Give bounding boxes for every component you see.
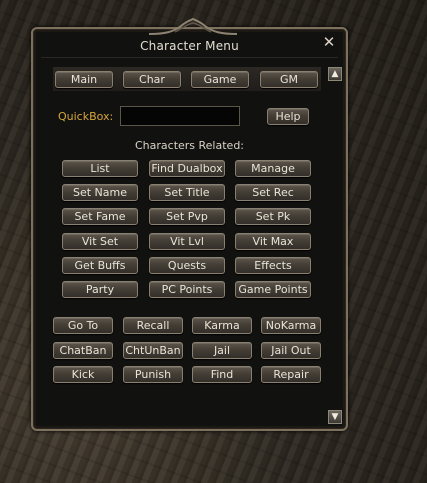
tab-gm[interactable]: GM: [260, 71, 318, 88]
tab-game[interactable]: Game: [191, 71, 249, 88]
scroll-up-arrow-icon[interactable]: ▲: [328, 67, 342, 81]
game-points-button[interactable]: Game Points: [235, 281, 311, 298]
vit-set-button[interactable]: Vit Set: [62, 233, 138, 250]
help-button[interactable]: Help: [267, 108, 309, 125]
tab-main[interactable]: Main: [55, 71, 113, 88]
go-to-button[interactable]: Go To: [53, 317, 113, 334]
recall-button[interactable]: Recall: [123, 317, 183, 334]
quickbox-label: QuickBox:: [58, 110, 114, 123]
find-button[interactable]: Find: [192, 366, 252, 383]
section-title: Characters Related:: [134, 139, 245, 152]
set-title-button[interactable]: Set Title: [149, 184, 225, 201]
jail-button[interactable]: Jail: [192, 342, 252, 359]
close-icon[interactable]: ✕: [322, 34, 336, 50]
character-menu-window: Character Menu ✕ Main Char Game GM ▲ ▼ Quic…: [31, 18, 348, 431]
repair-button[interactable]: Repair: [261, 366, 321, 383]
set-pk-button[interactable]: Set Pk: [235, 208, 311, 225]
window-title: Character Menu: [140, 39, 239, 53]
party-button[interactable]: Party: [62, 281, 138, 298]
set-pvp-button[interactable]: Set Pvp: [149, 208, 225, 225]
chatban-button[interactable]: ChatBan: [53, 342, 113, 359]
get-buffs-button[interactable]: Get Buffs: [62, 257, 138, 274]
effects-button[interactable]: Effects: [235, 257, 311, 274]
vit-lvl-button[interactable]: Vit Lvl: [149, 233, 225, 250]
set-rec-button[interactable]: Set Rec: [235, 184, 311, 201]
jail-out-button[interactable]: Jail Out: [261, 342, 321, 359]
quests-button[interactable]: Quests: [149, 257, 225, 274]
kick-button[interactable]: Kick: [53, 366, 113, 383]
list-button[interactable]: List: [62, 160, 138, 177]
title-ornament-icon: [148, 18, 238, 35]
punish-button[interactable]: Punish: [123, 366, 183, 383]
chtunban-button[interactable]: ChtUnBan: [123, 342, 183, 359]
find-dualbox-button[interactable]: Find Dualbox: [149, 160, 225, 177]
pc-points-button[interactable]: PC Points: [149, 281, 225, 298]
set-name-button[interactable]: Set Name: [62, 184, 138, 201]
vit-max-button[interactable]: Vit Max: [235, 233, 311, 250]
karma-button[interactable]: Karma: [192, 317, 252, 334]
set-fame-button[interactable]: Set Fame: [62, 208, 138, 225]
scroll-down-arrow-icon[interactable]: ▼: [328, 410, 342, 424]
manage-button[interactable]: Manage: [235, 160, 311, 177]
nokarma-button[interactable]: NoKarma: [261, 317, 321, 334]
title-divider: [41, 57, 338, 58]
quickbox-input[interactable]: [120, 106, 240, 126]
tab-char[interactable]: Char: [123, 71, 181, 88]
